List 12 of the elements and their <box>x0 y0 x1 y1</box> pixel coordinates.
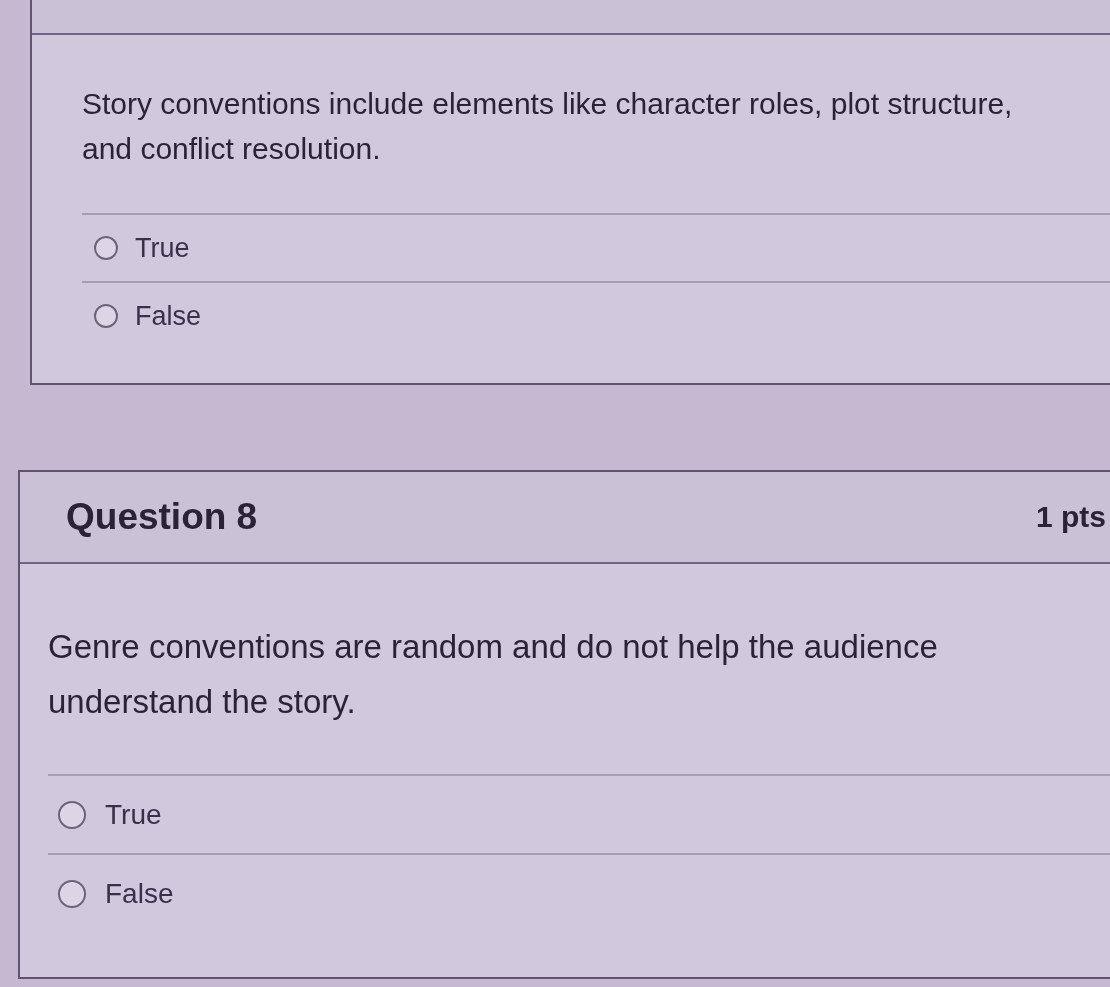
question-points: 1 pts <box>1035 500 1106 534</box>
question-text: Genre conventions are random and do not help the audience understand the story. <box>48 627 939 722</box>
radio-button[interactable] <box>94 304 118 328</box>
answer-label[interactable]: False <box>105 877 174 910</box>
radio-button[interactable] <box>58 879 86 908</box>
answer-label[interactable]: True <box>105 798 162 831</box>
radio-button[interactable] <box>58 800 86 829</box>
radio-button[interactable] <box>94 236 118 260</box>
question-text: Story conventions include elements like character roles, plot structure, and conflict resolution. <box>82 86 1014 167</box>
question-title: Question 8 <box>66 496 258 538</box>
answer-label[interactable]: True <box>135 232 190 264</box>
answer-label[interactable]: False <box>135 300 202 332</box>
